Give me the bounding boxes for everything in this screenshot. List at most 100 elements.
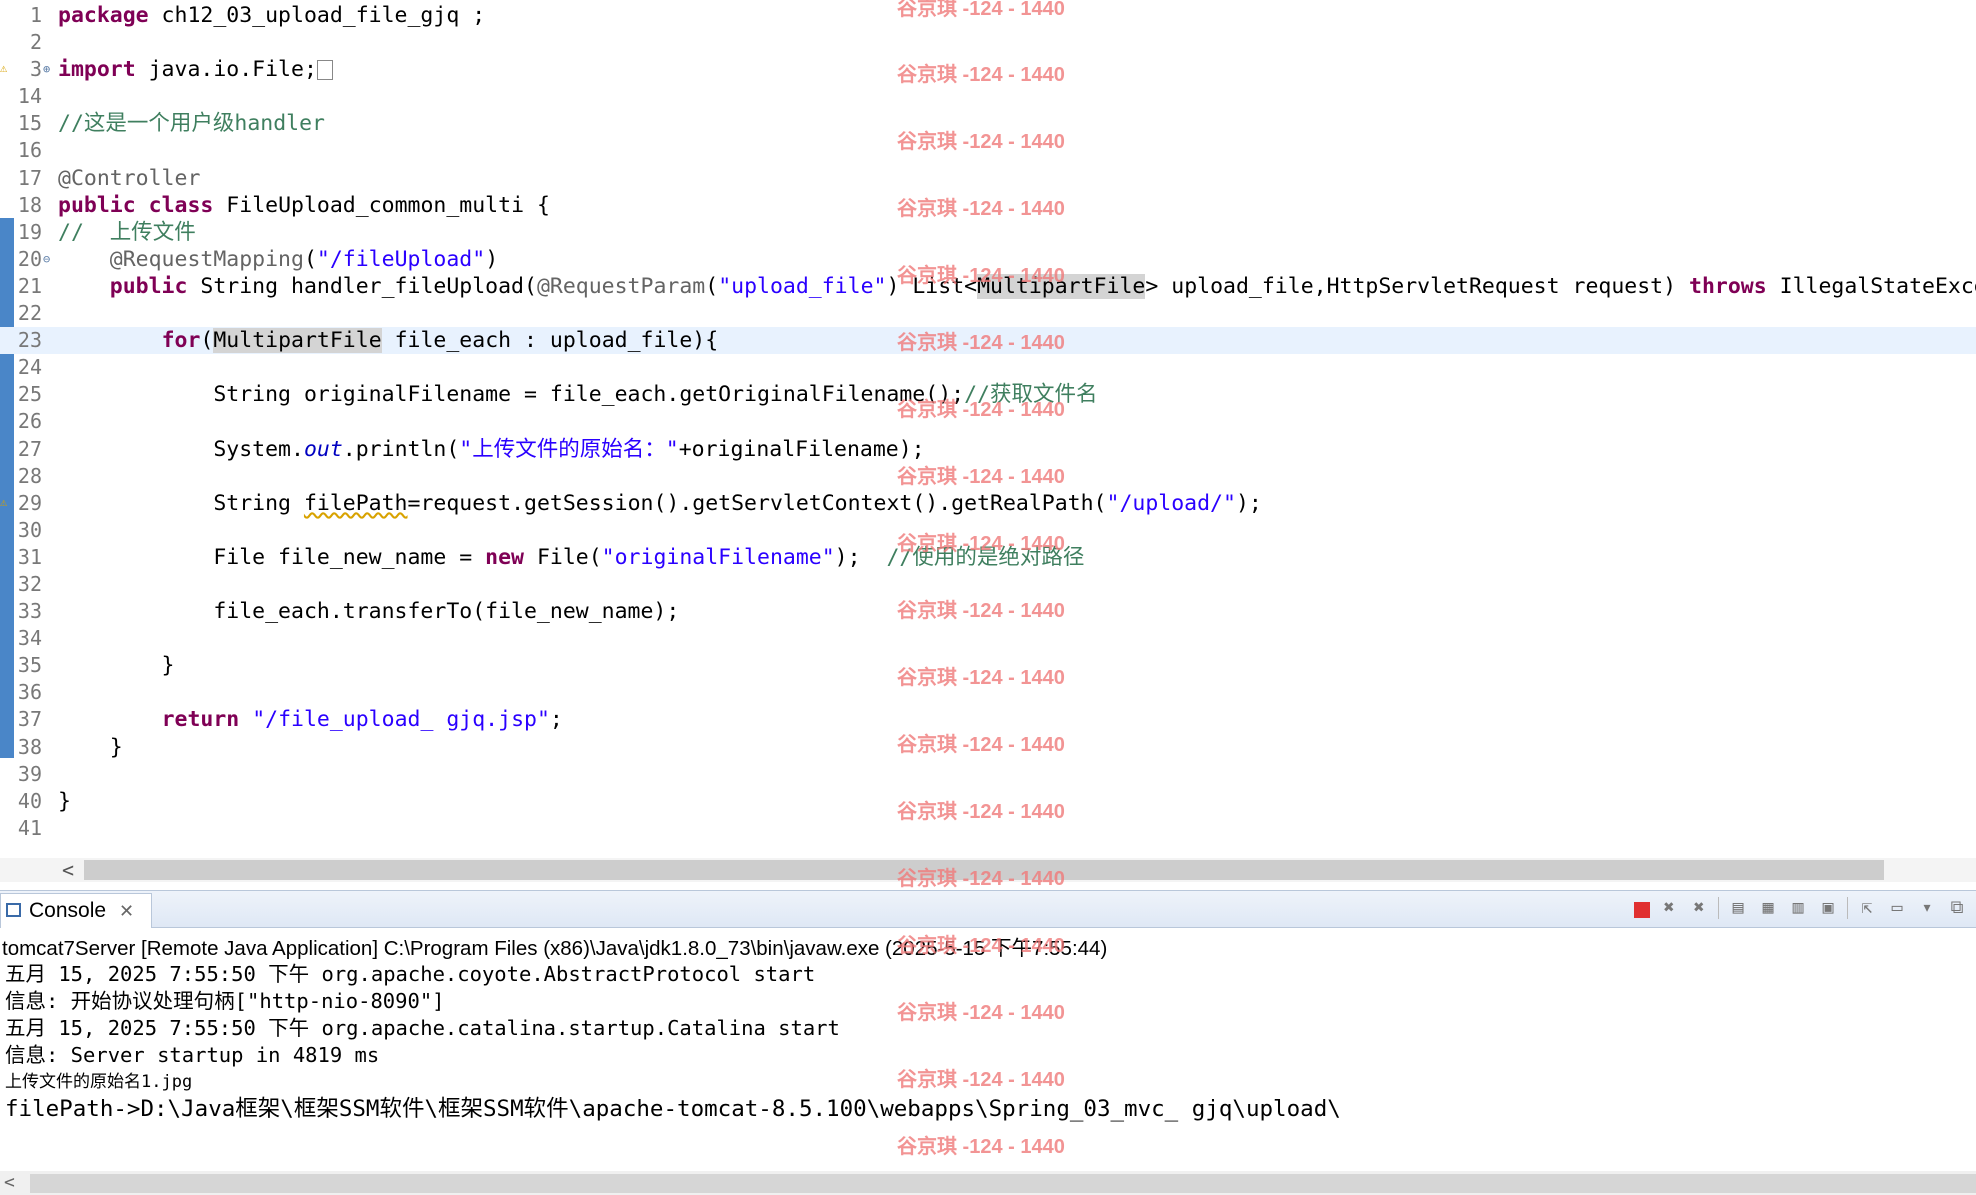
collapse-fold-icon[interactable]: ⊖ (43, 246, 50, 273)
remove-all-launches-icon[interactable]: ✖ (1688, 897, 1710, 919)
line-number: 28 (17, 463, 42, 488)
display-selected-console-icon[interactable]: ▭ (1886, 897, 1908, 919)
console-process-header: tomcat7Server [Remote Java Application] … (2, 937, 1108, 960)
code-line[interactable]: 1 package ch12_03_upload_file_gjq ; (0, 2, 1976, 29)
code-line[interactable]: 35 } (0, 652, 1976, 679)
code-token: throws (1689, 273, 1767, 299)
scroll-left-arrow-icon[interactable]: < (4, 1171, 15, 1195)
code-text: @RequestMapping("/fileUpload") (58, 246, 498, 273)
tab-console[interactable]: Console ✕ (0, 893, 152, 928)
code-line[interactable]: 38 } (0, 734, 1976, 761)
code-text: import java.io.File; (58, 56, 333, 83)
code-line[interactable]: 17 @Controller (0, 165, 1976, 192)
code-line[interactable]: 32 (0, 571, 1976, 598)
code-token: File file_new_name = (58, 544, 486, 570)
code-token: "/file_upload_ gjq.jsp" (252, 707, 550, 733)
code-editor[interactable]: 1 package ch12_03_upload_file_gjq ; 2 3 ⚠ ⊕ im… (0, 0, 1976, 852)
code-token: @RequestParam (536, 273, 706, 299)
editor-horizontal-scrollbar[interactable]: < (0, 858, 1976, 882)
line-number: 34 (17, 626, 42, 651)
console-menu-icon[interactable]: ▾ (1916, 897, 1938, 919)
line-number: 25 (17, 382, 42, 407)
show-console-icon[interactable]: ▣ (1817, 897, 1839, 919)
code-line[interactable]: 31 File file_new_name = new File("origin… (0, 544, 1976, 571)
code-line[interactable]: 24 (0, 354, 1976, 381)
code-line[interactable]: 14 (0, 83, 1976, 110)
code-token: class (148, 192, 214, 218)
code-line[interactable]: 25 String originalFilename = file_each.g… (0, 381, 1976, 408)
code-line[interactable]: 26 (0, 408, 1976, 435)
code-token: MultipartFile (977, 273, 1146, 299)
code-line[interactable]: 41 (0, 815, 1976, 842)
code-token: //使用的是绝对路径 (886, 544, 1085, 570)
console-line: 上传文件的原始名1.jpg (5, 1072, 193, 1092)
code-text: package ch12_03_upload_file_gjq ; (58, 2, 485, 29)
close-icon[interactable]: ✕ (119, 894, 134, 928)
code-token: ( (705, 273, 719, 299)
code-text: @Controller (58, 165, 200, 192)
code-lines: 1 package ch12_03_upload_file_gjq ; 2 3 ⚠ ⊕ im… (0, 2, 1976, 842)
code-line[interactable]: 21 public String handler_fileUpload(@Req… (0, 273, 1976, 300)
scroll-thumb[interactable] (84, 860, 1884, 880)
open-console-icon[interactable]: ⧉ (1946, 897, 1968, 919)
remove-launch-icon[interactable]: ✖ (1658, 897, 1680, 919)
code-text: String originalFilename = file_each.getO… (58, 381, 1097, 408)
console-line: 信息: Server startup in 4819 ms (5, 1043, 380, 1067)
code-token: "upload_file" (718, 273, 887, 299)
code-token: //获取文件名 (964, 382, 1098, 408)
code-token: } (58, 788, 71, 814)
code-line[interactable]: 23 for(MultipartFile file_each : upload_… (0, 327, 1976, 355)
scroll-thumb[interactable] (30, 1174, 1976, 1193)
scroll-left-arrow-icon[interactable]: < (62, 858, 74, 882)
code-token: ; (549, 707, 563, 733)
line-number: 2 (29, 30, 42, 55)
line-number: 14 (17, 84, 42, 109)
code-line[interactable]: 22 (0, 300, 1976, 327)
word-wrap-icon[interactable]: ▥ (1787, 897, 1809, 919)
code-line[interactable]: 2 (0, 29, 1976, 56)
code-line[interactable]: 30 (0, 517, 1976, 544)
code-token: MultipartFile (213, 328, 382, 354)
pin-console-icon[interactable]: ⇱ (1856, 897, 1878, 919)
console-line: 信息: 开始协议处理句柄["http-nio-8090"] (5, 989, 445, 1013)
code-line[interactable]: 18 public class FileUpload_common_multi { (0, 192, 1976, 219)
code-line[interactable]: 40} (0, 788, 1976, 815)
code-text: return "/file_upload_ gjq.jsp"; (58, 706, 563, 733)
code-token: "/fileUpload" (316, 246, 486, 272)
console-tab-bar: Console ✕ ✖ ✖ ▤ ▦ ▥ ▣ ⇱ ▭ ▾ ⧉ (0, 891, 1976, 928)
warning-icon[interactable]: ⚠ (0, 496, 12, 508)
code-line[interactable]: 39 (0, 761, 1976, 788)
line-number: 36 (17, 680, 42, 705)
code-line[interactable]: 20 ⊖ @RequestMapping("/fileUpload") (0, 246, 1976, 273)
code-line[interactable]: 28 (0, 463, 1976, 490)
code-text: public String handler_fileUpload(@Reques… (58, 273, 1976, 300)
code-token: > upload_file,HttpServletRequest request… (1145, 273, 1690, 299)
code-line[interactable]: 27 System.out.println("上传文件的原始名："+origin… (0, 436, 1976, 463)
code-line[interactable]: 37 return "/file_upload_ gjq.jsp"; (0, 706, 1976, 733)
expand-fold-icon[interactable]: ⊕ (43, 56, 50, 83)
code-line[interactable]: 19 // 上传文件 (0, 219, 1976, 246)
line-number: 31 (17, 544, 42, 569)
code-line[interactable]: 3 ⚠ ⊕ import java.io.File; (0, 56, 1976, 83)
code-token: =request.getSession().getServletContext(… (407, 490, 1107, 516)
terminate-icon[interactable] (1634, 901, 1650, 918)
code-text: public class FileUpload_common_multi { (58, 192, 550, 219)
code-line[interactable]: 33 file_each.transferTo(file_new_name); (0, 598, 1976, 625)
code-line[interactable]: 36 (0, 679, 1976, 706)
code-token: IllegalStateException, I (1779, 273, 1976, 299)
console-horizontal-scrollbar[interactable]: < (0, 1171, 1976, 1195)
code-line[interactable]: 34 (0, 625, 1976, 652)
warning-icon[interactable]: ⚠ (0, 62, 12, 74)
clear-console-icon[interactable]: ▤ (1727, 897, 1749, 919)
code-token: System. (58, 436, 304, 462)
code-token: String originalFilename = file_each.getO… (58, 382, 965, 408)
code-line[interactable]: 16 (0, 137, 1976, 164)
code-token: new (485, 544, 524, 570)
line-number: 16 (17, 138, 42, 163)
line-number: 27 (17, 436, 42, 461)
code-line[interactable]: 29 ⚠ String filePath=request.getSession()… (0, 490, 1976, 517)
code-line[interactable]: 15 //这是一个用户级handler (0, 110, 1976, 137)
console-output: 五月 15, 2025 7:55:50 下午 org.apache.coyote… (5, 961, 1341, 1123)
scroll-lock-icon[interactable]: ▦ (1757, 897, 1779, 919)
